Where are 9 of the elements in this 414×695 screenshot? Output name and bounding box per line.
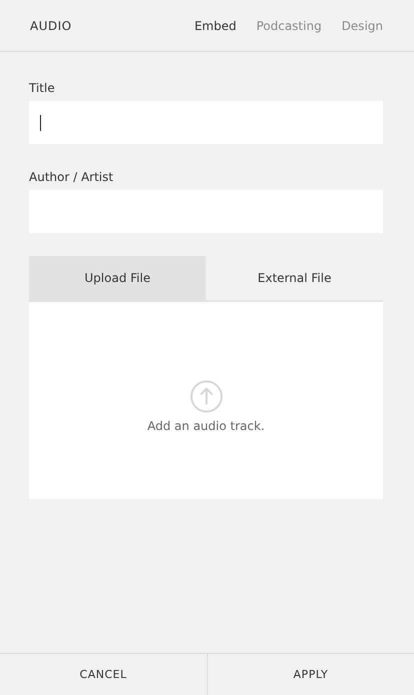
upload-message: Add an audio track. [147, 419, 265, 433]
text-input[interactable] [29, 101, 383, 144]
tab[interactable]: Embed [194, 18, 236, 32]
field-label: Author / Artist [29, 170, 114, 184]
upload-area[interactable]: Add an audio track. [29, 302, 383, 499]
upload-icon [190, 380, 222, 413]
panel-title: AUDIO [30, 18, 72, 32]
field-label: Title [29, 81, 56, 95]
source-tab[interactable]: Upload File [29, 256, 206, 302]
